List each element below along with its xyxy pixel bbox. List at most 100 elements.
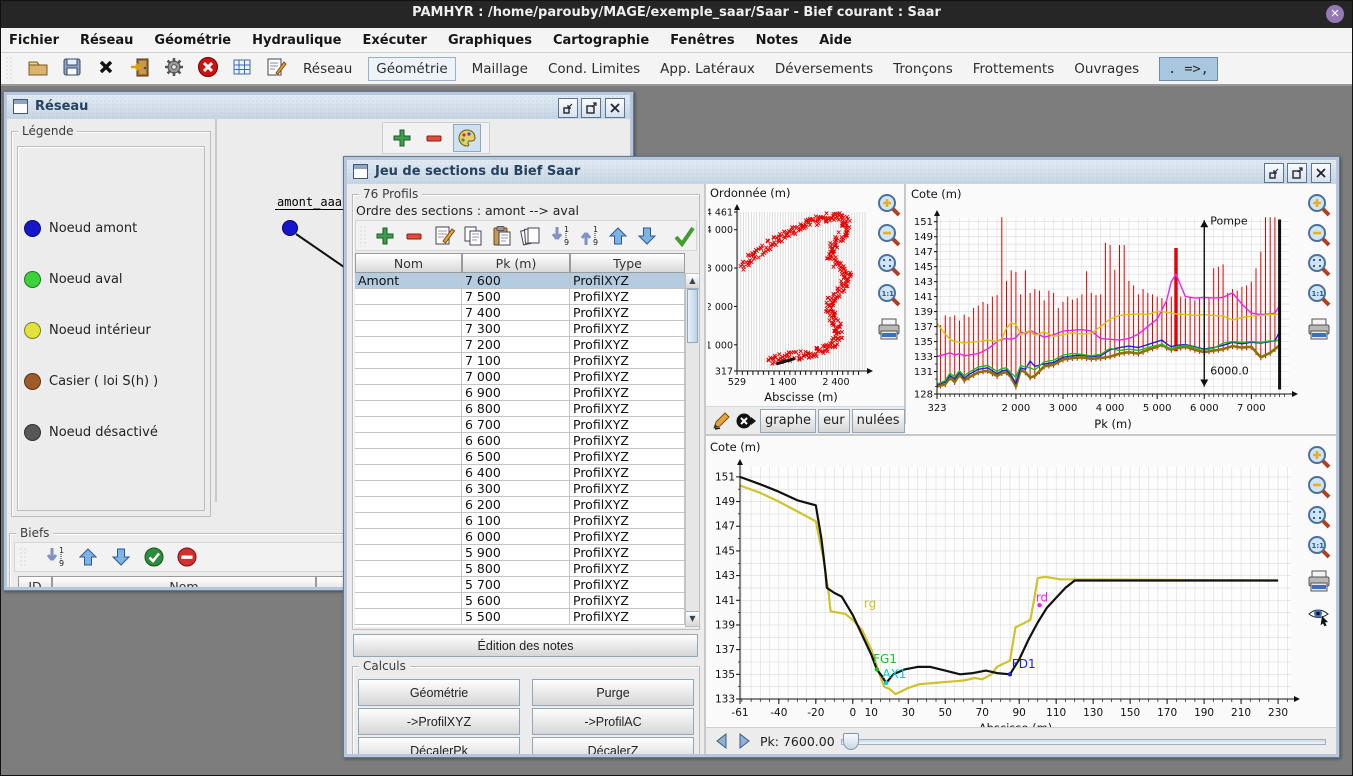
move-down-icon[interactable] bbox=[635, 223, 659, 249]
zoom-out-icon[interactable] bbox=[1306, 474, 1332, 500]
menu-exécuter[interactable]: Exécuter bbox=[362, 33, 427, 48]
profil-row-pk-6600[interactable]: 6 600ProfilXYZ bbox=[355, 433, 685, 449]
previous-profile-icon[interactable] bbox=[712, 728, 732, 754]
sections-window-titlebar[interactable]: Jeu de sections du Bief Saar bbox=[347, 160, 1336, 185]
cross-section-chart[interactable]: Cote (m)rgFG1AX1FD1rd1511491471451431411… bbox=[706, 437, 1306, 733]
zoom-actual-icon[interactable]: 1:1 bbox=[876, 282, 902, 308]
menu-réseau[interactable]: Réseau bbox=[80, 33, 133, 48]
biefs-column-nom[interactable]: Nom bbox=[52, 576, 316, 587]
toolbar-button-d-versements[interactable]: Déversements bbox=[775, 61, 873, 77]
profil-row-pk-6900[interactable]: 6 900ProfilXYZ bbox=[355, 385, 685, 401]
visibility-icon[interactable] bbox=[1306, 602, 1332, 628]
zoom-fit-icon[interactable] bbox=[1306, 504, 1332, 530]
close-icon[interactable] bbox=[605, 98, 625, 118]
minimize-icon[interactable] bbox=[558, 98, 578, 118]
calc-button--profilxyz[interactable]: ->ProfilXYZ bbox=[358, 708, 520, 735]
os-close-button[interactable]: ✕ bbox=[1326, 5, 1344, 23]
remove-node-icon[interactable] bbox=[421, 125, 447, 151]
zoom-in-icon[interactable] bbox=[1306, 444, 1332, 470]
profils-column-pkm[interactable]: Pk (m) bbox=[462, 253, 570, 273]
scroll-down-icon[interactable]: ▼ bbox=[686, 611, 699, 626]
menu-graphiques[interactable]: Graphiques bbox=[448, 33, 532, 48]
paste-icon[interactable] bbox=[490, 223, 514, 249]
menu-fichier[interactable]: Fichier bbox=[9, 33, 59, 48]
toolbar-button-maillage[interactable]: Maillage bbox=[472, 61, 528, 77]
next-profile-icon[interactable] bbox=[734, 728, 754, 754]
print-icon[interactable] bbox=[1306, 568, 1332, 594]
stop-icon[interactable] bbox=[195, 54, 221, 80]
network-node-amont[interactable] bbox=[283, 221, 298, 236]
zoom-out-icon[interactable] bbox=[1306, 222, 1332, 248]
clear-icon[interactable] bbox=[735, 408, 757, 434]
calc-button-d-calerz[interactable]: DécalerZ bbox=[532, 737, 694, 754]
close-icon[interactable] bbox=[1311, 163, 1331, 183]
toolbar-button-r-seau[interactable]: Réseau bbox=[303, 61, 352, 77]
menu-cartographie[interactable]: Cartographie bbox=[553, 33, 649, 48]
plan-view-chart[interactable]: Ordonnée (m)4 4614 0003 0002 0001 000317… bbox=[708, 184, 876, 406]
toolbar-button--[interactable]: . =>, bbox=[1159, 57, 1218, 81]
profil-row-pk-5600[interactable]: 5 600ProfilXYZ bbox=[355, 593, 685, 609]
profil-row-pk-6000[interactable]: 6 000ProfilXYZ bbox=[355, 529, 685, 545]
gear-icon[interactable] bbox=[161, 54, 187, 80]
toolbar-button-ouvrages[interactable]: Ouvrages bbox=[1074, 61, 1139, 77]
pk-slider[interactable] bbox=[841, 733, 1326, 749]
menu-notes[interactable]: Notes bbox=[756, 33, 799, 48]
maximize-icon[interactable] bbox=[581, 98, 601, 118]
calc-button-purge[interactable]: Purge bbox=[532, 679, 694, 706]
exit-door-icon[interactable] bbox=[127, 54, 153, 80]
calc-button--profilac[interactable]: ->ProfilAC bbox=[532, 708, 694, 735]
toolbar-button-tron-ons[interactable]: Tronçons bbox=[893, 61, 953, 77]
node-label[interactable]: amont_aaa bbox=[275, 195, 344, 210]
print-icon[interactable] bbox=[1306, 316, 1332, 342]
reseau-window-titlebar[interactable]: Réseau bbox=[7, 95, 630, 120]
profil-row-pk-5900[interactable]: 5 900ProfilXYZ bbox=[355, 545, 685, 561]
toolbar-button-g-om-trie[interactable]: Géométrie bbox=[368, 57, 455, 81]
zoom-in-icon[interactable] bbox=[1306, 192, 1332, 218]
profil-row-pk-7200[interactable]: 7 200ProfilXYZ bbox=[355, 337, 685, 353]
zoom-actual-icon[interactable]: 1:1 bbox=[1306, 534, 1332, 560]
profil-row-pk-6700[interactable]: 6 700ProfilXYZ bbox=[355, 417, 685, 433]
enable-icon[interactable] bbox=[141, 544, 167, 570]
tab-nulées[interactable]: nulées bbox=[852, 409, 905, 433]
sort-descending-icon[interactable]: 19 bbox=[42, 544, 68, 570]
sort-descending-icon[interactable]: 19 bbox=[548, 223, 572, 249]
menu-fenêtres[interactable]: Fenêtres bbox=[670, 33, 734, 48]
edit-profile-icon[interactable] bbox=[432, 223, 456, 249]
sort-ascending-icon[interactable]: 19 bbox=[577, 223, 601, 249]
zoom-actual-icon[interactable]: 1:1 bbox=[1306, 282, 1332, 308]
profils-table[interactable]: Amont7 600ProfilXYZ7 500ProfilXYZ7 400Pr… bbox=[355, 273, 685, 627]
profil-row-pk-6300[interactable]: 6 300ProfilXYZ bbox=[355, 481, 685, 497]
save-icon[interactable] bbox=[59, 54, 85, 80]
disable-icon[interactable] bbox=[174, 544, 200, 570]
maximize-icon[interactable] bbox=[1287, 163, 1307, 183]
profil-row-pk-7100[interactable]: 7 100ProfilXYZ bbox=[355, 353, 685, 369]
toolbar-button-app-lat-raux[interactable]: App. Latéraux bbox=[660, 61, 755, 77]
palette-icon[interactable] bbox=[453, 124, 481, 152]
profil-row-pk-7500[interactable]: 7 500ProfilXYZ bbox=[355, 289, 685, 305]
toolbar-drag-handle[interactable] bbox=[5, 56, 13, 82]
menu-géométrie[interactable]: Géométrie bbox=[154, 33, 231, 48]
profil-row-pk-6200[interactable]: 6 200ProfilXYZ bbox=[355, 497, 685, 513]
longitudinal-chart[interactable]: Cote (m)Pompe6000.0151149147145143141139… bbox=[907, 184, 1302, 436]
move-up-icon[interactable] bbox=[606, 223, 630, 249]
menu-hydraulique[interactable]: Hydraulique bbox=[252, 33, 341, 48]
biefs-column-id[interactable]: ID bbox=[18, 576, 52, 587]
zoom-out-icon[interactable] bbox=[876, 222, 902, 248]
calc-button-g-om-trie[interactable]: Géométrie bbox=[358, 679, 520, 706]
copy-icon[interactable] bbox=[461, 223, 485, 249]
profil-row-pk-5800[interactable]: 5 800ProfilXYZ bbox=[355, 561, 685, 577]
tab-eur[interactable]: eur bbox=[818, 409, 850, 433]
profil-row-pk-7600[interactable]: Amont7 600ProfilXYZ bbox=[355, 273, 685, 289]
notes-icon[interactable] bbox=[263, 54, 289, 80]
profil-row-pk-6400[interactable]: 6 400ProfilXYZ bbox=[355, 465, 685, 481]
edit-notes-button[interactable]: Édition des notes bbox=[353, 634, 698, 657]
open-folder-icon[interactable] bbox=[25, 54, 51, 80]
zoom-fit-icon[interactable] bbox=[876, 252, 902, 278]
profil-row-pk-6500[interactable]: 6 500ProfilXYZ bbox=[355, 449, 685, 465]
add-profile-icon[interactable] bbox=[373, 223, 397, 249]
move-up-icon[interactable] bbox=[75, 544, 101, 570]
zoom-fit-icon[interactable] bbox=[1306, 252, 1332, 278]
print-icon[interactable] bbox=[876, 316, 902, 342]
duplicate-icon[interactable] bbox=[519, 223, 543, 249]
grid-icon[interactable] bbox=[229, 54, 255, 80]
